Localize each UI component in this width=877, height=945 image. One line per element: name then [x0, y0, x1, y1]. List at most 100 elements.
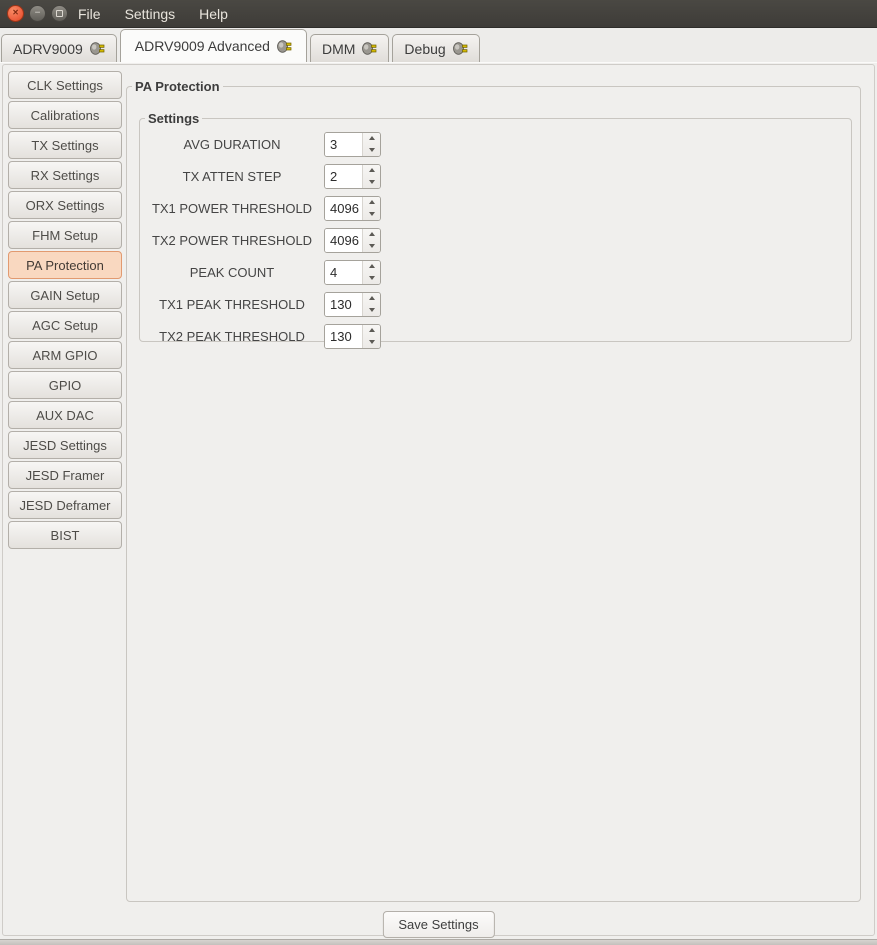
up-arrow-icon	[369, 168, 375, 172]
spinbox-buttons	[362, 197, 380, 220]
window-controls: × −	[0, 5, 72, 22]
up-arrow-icon	[369, 232, 375, 236]
minimize-icon[interactable]: −	[29, 5, 46, 22]
settings-group-title: Settings	[145, 111, 202, 126]
sidebar-item[interactable]: JESD Settings	[8, 431, 122, 459]
settings-fields: AVG DURATION 3 TX ATTEN STEP	[140, 128, 851, 352]
sidebar-item[interactable]: BIST	[8, 521, 122, 549]
field-row: TX2 POWER THRESHOLD 4096	[140, 224, 851, 256]
sidebar-item[interactable]: TX Settings	[8, 131, 122, 159]
spin-down-button[interactable]	[363, 208, 380, 220]
spinbox[interactable]: 2	[324, 164, 381, 189]
spin-down-button[interactable]	[363, 144, 380, 156]
tab-label: DMM	[322, 41, 355, 57]
spinbox-buttons	[362, 325, 380, 348]
menu-item[interactable]: File	[78, 6, 101, 22]
spinbox[interactable]: 4096	[324, 196, 381, 221]
field-label: TX2 PEAK THRESHOLD	[140, 329, 324, 344]
field-row: PEAK COUNT 4	[140, 256, 851, 288]
spin-up-button[interactable]	[363, 165, 380, 177]
up-arrow-icon	[369, 136, 375, 140]
spin-up-button[interactable]	[363, 197, 380, 209]
tab[interactable]: ADRV9009 Advanced	[120, 29, 307, 62]
sidebar-item[interactable]: FHM Setup	[8, 221, 122, 249]
maximize-icon[interactable]	[51, 5, 68, 22]
spinbox-value[interactable]: 130	[325, 293, 362, 316]
plug-icon	[90, 42, 105, 55]
spinbox-value[interactable]: 4096	[325, 229, 362, 252]
spinbox-value[interactable]: 3	[325, 133, 362, 156]
sidebar: CLK Settings Calibrations TX Settings RX…	[8, 71, 122, 549]
field-row: TX2 PEAK THRESHOLD 130	[140, 320, 851, 352]
sidebar-item[interactable]: JESD Deframer	[8, 491, 122, 519]
sidebar-item[interactable]: GAIN Setup	[8, 281, 122, 309]
spinbox-buttons	[362, 165, 380, 188]
field-label: TX1 POWER THRESHOLD	[140, 201, 324, 216]
down-arrow-icon	[369, 244, 375, 248]
field-label: TX ATTEN STEP	[140, 169, 324, 184]
spinbox-value[interactable]: 4096	[325, 197, 362, 220]
sidebar-item[interactable]: CLK Settings	[8, 71, 122, 99]
spinbox[interactable]: 4096	[324, 228, 381, 253]
up-arrow-icon	[369, 264, 375, 268]
sidebar-item[interactable]: PA Protection	[8, 251, 122, 279]
sidebar-item[interactable]: JESD Framer	[8, 461, 122, 489]
pa-protection-group: PA Protection Settings AVG DURATION 3	[126, 79, 861, 902]
spin-down-button[interactable]	[363, 304, 380, 316]
sidebar-item[interactable]: Calibrations	[8, 101, 122, 129]
spinbox[interactable]: 130	[324, 324, 381, 349]
menu-item[interactable]: Settings	[125, 6, 176, 22]
spinbox[interactable]: 4	[324, 260, 381, 285]
spinbox-buttons	[362, 293, 380, 316]
menu-item[interactable]: Help	[199, 6, 228, 22]
sidebar-item[interactable]: RX Settings	[8, 161, 122, 189]
spin-down-button[interactable]	[363, 336, 380, 348]
spinbox-buttons	[362, 133, 380, 156]
up-arrow-icon	[369, 200, 375, 204]
field-label: TX1 PEAK THRESHOLD	[140, 297, 324, 312]
field-row: TX1 PEAK THRESHOLD 130	[140, 288, 851, 320]
spinbox[interactable]: 3	[324, 132, 381, 157]
plug-icon	[453, 42, 468, 55]
tab[interactable]: DMM	[310, 34, 389, 62]
up-arrow-icon	[369, 296, 375, 300]
close-icon[interactable]: ×	[7, 5, 24, 22]
tab-label: ADRV9009	[13, 41, 83, 57]
tab[interactable]: Debug	[392, 34, 479, 62]
tab-bar: ADRV9009 ADRV9009 Advanced DMM	[0, 28, 877, 62]
sidebar-item[interactable]: GPIO	[8, 371, 122, 399]
field-row: TX1 POWER THRESHOLD 4096	[140, 192, 851, 224]
tab[interactable]: ADRV9009	[1, 34, 117, 62]
sidebar-item[interactable]: ARM GPIO	[8, 341, 122, 369]
spinbox[interactable]: 130	[324, 292, 381, 317]
down-arrow-icon	[369, 276, 375, 280]
spin-up-button[interactable]	[363, 293, 380, 305]
down-arrow-icon	[369, 212, 375, 216]
spin-down-button[interactable]	[363, 176, 380, 188]
sidebar-item[interactable]: ORX Settings	[8, 191, 122, 219]
spinbox-buttons	[362, 261, 380, 284]
spinbox-value[interactable]: 130	[325, 325, 362, 348]
spin-down-button[interactable]	[363, 272, 380, 284]
spin-up-button[interactable]	[363, 133, 380, 145]
spin-up-button[interactable]	[363, 325, 380, 337]
tab-page-adrv9009-advanced: CLK Settings Calibrations TX Settings RX…	[0, 62, 877, 939]
save-settings-button[interactable]: Save Settings	[382, 911, 494, 938]
sidebar-item[interactable]: AGC Setup	[8, 311, 122, 339]
down-arrow-icon	[369, 340, 375, 344]
sidebar-item[interactable]: AUX DAC	[8, 401, 122, 429]
plug-icon	[362, 42, 377, 55]
spin-down-button[interactable]	[363, 240, 380, 252]
spinbox-value[interactable]: 4	[325, 261, 362, 284]
field-label: TX2 POWER THRESHOLD	[140, 233, 324, 248]
spinbox-value[interactable]: 2	[325, 165, 362, 188]
spin-up-button[interactable]	[363, 261, 380, 273]
spin-up-button[interactable]	[363, 229, 380, 241]
tab-label: Debug	[404, 41, 445, 57]
down-arrow-icon	[369, 308, 375, 312]
tab-label: ADRV9009 Advanced	[135, 38, 270, 54]
pa-protection-group-title: PA Protection	[132, 79, 223, 94]
field-row: TX ATTEN STEP 2	[140, 160, 851, 192]
field-label: AVG DURATION	[140, 137, 324, 152]
field-row: AVG DURATION 3	[140, 128, 851, 160]
